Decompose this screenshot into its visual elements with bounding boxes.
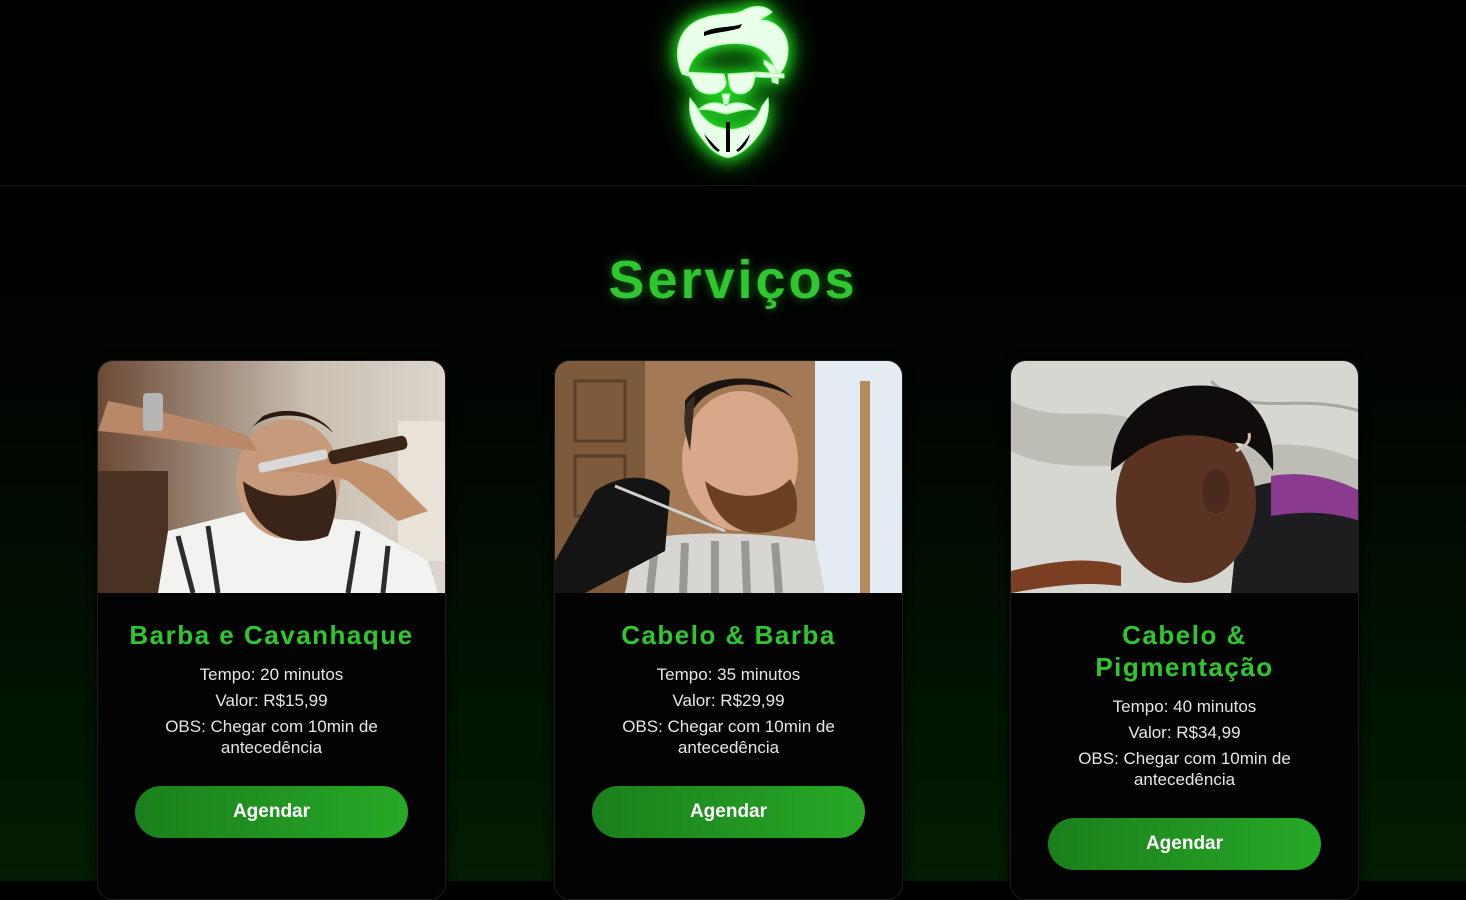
service-card-body: Barba e Cavanhaque Tempo: 20 minutos Val… <box>98 619 445 838</box>
service-title: Cabelo & Barba <box>621 620 836 650</box>
service-card-cabelo-barba: Cabelo & Barba Tempo: 35 minutos Valor: … <box>554 360 903 900</box>
site-header <box>0 0 1466 186</box>
service-time: Tempo: 20 minutos <box>199 665 344 684</box>
service-price: Valor: R$15,99 <box>215 691 328 710</box>
service-card-cabelo-pigmentacao: Cabelo & Pigmentação Tempo: 40 minutos V… <box>1010 360 1359 900</box>
service-image-beard-trim <box>555 361 902 593</box>
service-note: OBS: Chegar com 10min de antecedência <box>622 717 835 757</box>
service-card-barba-cavanhaque: Barba e Cavanhaque Tempo: 20 minutos Val… <box>97 360 446 900</box>
service-price: Valor: R$29,99 <box>672 691 785 710</box>
service-image-barber-shaving <box>98 361 445 593</box>
service-time: Tempo: 40 minutos <box>1112 697 1257 716</box>
service-note: OBS: Chegar com 10min de antecedência <box>165 717 378 757</box>
agendar-button[interactable]: Agendar <box>1048 818 1321 870</box>
bearded-man-logo-icon[interactable] <box>664 2 794 160</box>
service-image-hair-pigmentation <box>1011 361 1358 593</box>
services-section: Serviços Barba e Cavanhaque Tempo: 20 mi… <box>0 187 1466 900</box>
service-note: OBS: Chegar com 10min de antecedência <box>1078 749 1291 789</box>
agendar-button[interactable]: Agendar <box>592 786 865 838</box>
service-price: Valor: R$34,99 <box>1128 723 1241 742</box>
service-time: Tempo: 35 minutos <box>656 665 801 684</box>
service-card-body: Cabelo & Pigmentação Tempo: 40 minutos V… <box>1011 619 1358 870</box>
service-title: Barba e Cavanhaque <box>129 620 414 650</box>
section-title: Serviços <box>608 250 858 310</box>
service-title: Cabelo & Pigmentação <box>1095 620 1274 682</box>
agendar-button[interactable]: Agendar <box>135 786 408 838</box>
service-card-body: Cabelo & Barba Tempo: 35 minutos Valor: … <box>555 619 902 838</box>
